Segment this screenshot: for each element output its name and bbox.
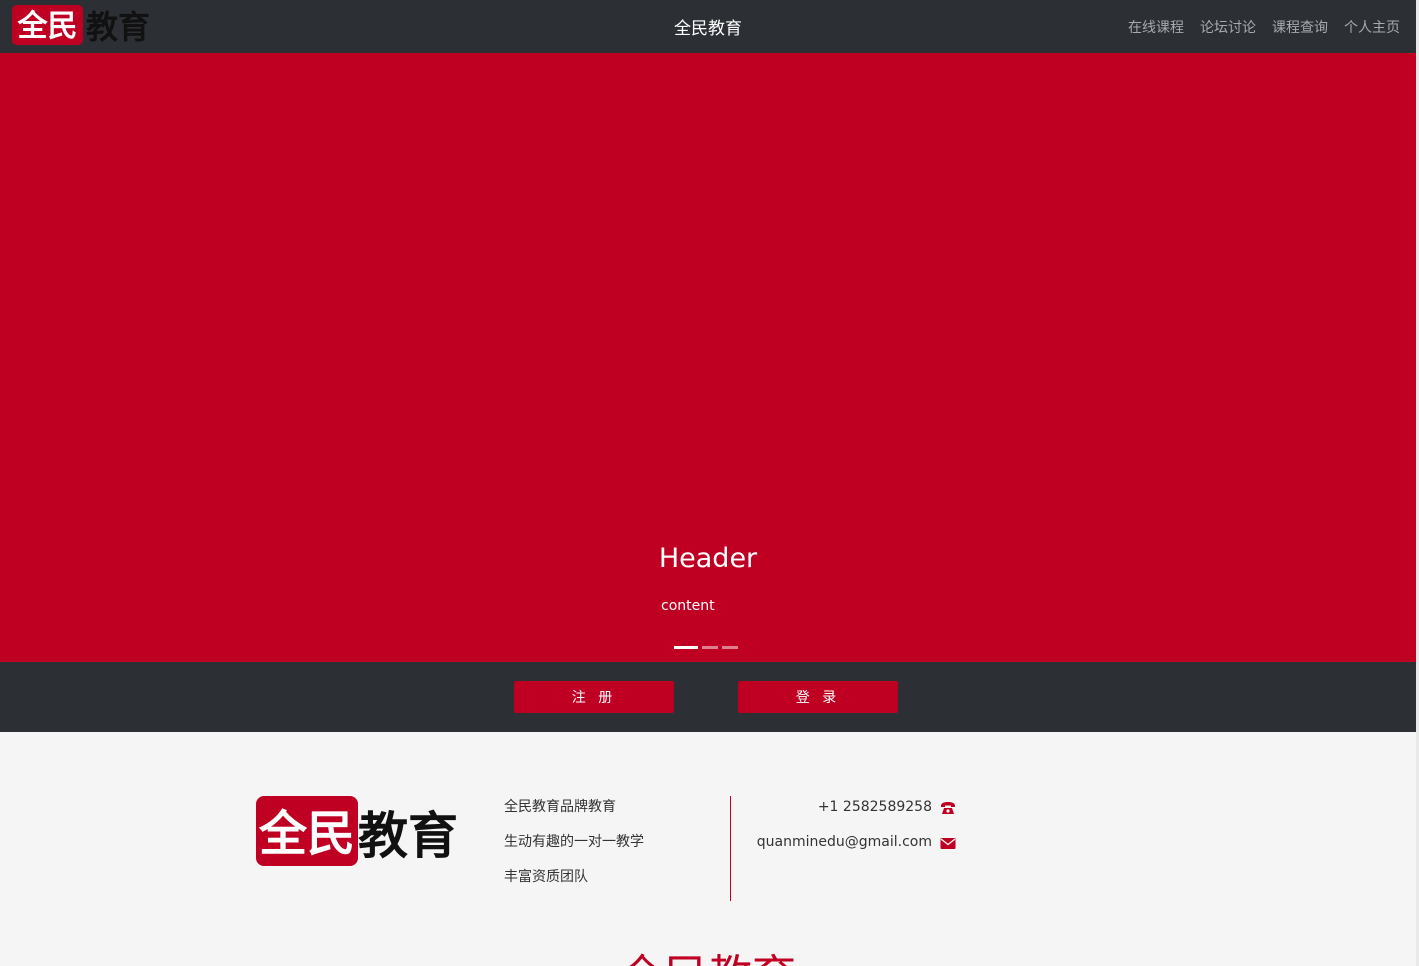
- contact-phone: +1 2582589258: [757, 799, 956, 834]
- phone-icon: [941, 802, 955, 814]
- svg-text:全民: 全民: [17, 9, 78, 44]
- login-button[interactable]: 登 录: [738, 681, 898, 713]
- carousel-indicators: [674, 646, 738, 649]
- svg-text:全民: 全民: [258, 806, 355, 862]
- carousel-indicator-1[interactable]: [674, 646, 698, 649]
- slogan-list: 全民教育品牌教育 生动有趣的一对一教学 丰富资质团队: [504, 799, 644, 904]
- hero-carousel[interactable]: Header content: [0, 53, 1416, 662]
- envelope-icon: [940, 838, 956, 849]
- footer-logo: 全民 教育: [256, 796, 458, 866]
- nav-link-profile[interactable]: 个人主页: [1344, 17, 1400, 37]
- logo[interactable]: 全民 教育: [12, 5, 154, 45]
- phone-number[interactable]: +1 2582589258: [818, 799, 932, 815]
- navbar-brand-title[interactable]: 全民教育: [674, 19, 742, 39]
- auth-bar: 注 册 登 录: [0, 662, 1416, 732]
- nav-link-course-search[interactable]: 课程查询: [1272, 17, 1328, 37]
- slide-text: content: [661, 598, 715, 614]
- footer: 全民 教育 全民教育品牌教育 生动有趣的一对一教学 丰富资质团队 +1 2582…: [0, 732, 1416, 966]
- svg-text:教育: 教育: [86, 8, 150, 45]
- slogan-item: 全民教育品牌教育: [504, 799, 616, 815]
- nav-link-online-courses[interactable]: 在线课程: [1128, 17, 1184, 37]
- carousel-indicator-2[interactable]: [702, 646, 718, 649]
- top-navbar: 全民 教育 全民教育 在线课程 论坛讨论 课程查询 个人主页: [0, 0, 1416, 53]
- nav-link-forum[interactable]: 论坛讨论: [1200, 17, 1256, 37]
- footer-divider: [730, 796, 731, 901]
- carousel-indicator-3[interactable]: [722, 646, 738, 649]
- email-address[interactable]: quanminedu@gmail.com: [757, 834, 932, 850]
- slogan-item: 丰富资质团队: [504, 869, 588, 885]
- svg-text:教育: 教育: [358, 807, 458, 865]
- footer-big-brand: 全民教育: [0, 940, 1416, 966]
- slide-title: Header: [658, 543, 758, 574]
- nav-links: 在线课程 论坛讨论 课程查询 个人主页: [1128, 17, 1400, 37]
- register-button[interactable]: 注 册: [514, 681, 674, 713]
- contact-info: +1 2582589258 quanminedu@gmail.com: [757, 799, 956, 869]
- contact-email: quanminedu@gmail.com: [757, 834, 956, 869]
- slogan-item: 生动有趣的一对一教学: [504, 834, 644, 850]
